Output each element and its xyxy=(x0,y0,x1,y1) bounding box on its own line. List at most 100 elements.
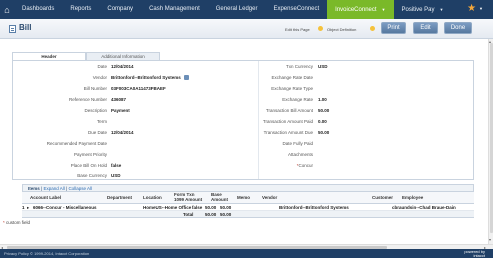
col-vendor: Vendor xyxy=(262,195,278,200)
due-date-value: 12/04/2014 xyxy=(111,130,134,135)
collapse-all-link[interactable]: Collapse All xyxy=(68,186,92,191)
bill-number-label: Bill Number xyxy=(83,86,107,91)
transaction-amount-due-value: 50.00 xyxy=(318,130,330,135)
chevron-down-icon: ▼ xyxy=(381,7,386,12)
footer-text[interactable]: Privacy Policy © 1999-2014, Intacct Corp… xyxy=(4,251,89,256)
col-location: Location xyxy=(143,195,162,200)
nav-reports[interactable]: Reports xyxy=(62,0,99,19)
exchange-rate-value: 1.00 xyxy=(318,97,327,102)
row-txn-amount: 50.00 xyxy=(205,205,217,210)
print-button[interactable]: Print xyxy=(381,22,406,34)
custom-field-text: custom field xyxy=(6,220,31,225)
required-star: * xyxy=(3,220,5,225)
favorites-menu[interactable]: ★ ▼ xyxy=(467,3,483,14)
items-title: Items xyxy=(28,186,40,191)
bill-number-value: 03F003CA0A11473FBAEF xyxy=(111,86,166,91)
footer: Privacy Policy © 1999-2014, Intacct Corp… xyxy=(0,249,493,258)
nav-cash-management[interactable]: Cash Management xyxy=(141,0,208,19)
object-definition-link[interactable]: Object Definition xyxy=(327,27,356,32)
reference-number-label: Reference Number xyxy=(68,97,107,102)
table-row[interactable]: 1 ▸ 6066--Concur - Miscellaneous HomeUS-… xyxy=(22,204,474,211)
row-form-1099: false xyxy=(192,205,203,210)
col-memo: Memo xyxy=(237,195,251,200)
col-department: Department xyxy=(107,195,133,200)
row-base-amount: 50.00 xyxy=(220,205,232,210)
recommended-payment-date-label: Recommended Payment Date xyxy=(46,141,107,146)
nav-positive-pay[interactable]: Positive Pay ▼ xyxy=(394,0,452,19)
edit-page-link[interactable]: Edit this Page xyxy=(285,27,310,32)
nav-positive-pay-label: Positive Pay xyxy=(401,7,435,13)
concur-label: Concur xyxy=(298,163,313,168)
vertical-scrollbar[interactable]: ▴ ▾ xyxy=(488,39,493,244)
total-base-amount: 50.00 xyxy=(220,212,232,217)
tab-header[interactable]: Header xyxy=(12,52,86,60)
lightbulb-icon xyxy=(370,26,375,31)
nav-expenseconnect[interactable]: ExpenseConnect xyxy=(265,0,327,19)
date-value: 12/04/2014 xyxy=(111,64,134,69)
expand-all-link[interactable]: Expand All xyxy=(43,186,64,191)
custom-field-note: * custom field xyxy=(3,220,30,225)
transaction-bill-amount-value: 50.00 xyxy=(318,108,330,113)
txn-currency-label: Txn Currency xyxy=(285,64,313,69)
lightbulb-icon xyxy=(318,26,323,31)
nav-company[interactable]: Company xyxy=(99,0,141,19)
nav-dashboards[interactable]: Dashboards xyxy=(14,0,62,19)
items-toolbar: Items | Expand All | Collapse All xyxy=(22,184,474,192)
description-label: Description xyxy=(84,108,107,113)
place-bill-on-hold-value: false xyxy=(111,163,122,168)
row-vendor: Brittonford--Brittonford Systems xyxy=(279,205,349,210)
concur-field: *Concur xyxy=(213,163,313,169)
tab-additional-information[interactable]: Additional Information xyxy=(86,52,160,60)
nav-general-ledger[interactable]: General Ledger xyxy=(208,0,266,19)
row-location: HomeUS--Home Office xyxy=(143,205,192,210)
page-title: Bill xyxy=(19,23,32,32)
col-amount: Amount xyxy=(211,197,228,202)
term-label: Term xyxy=(97,119,107,124)
reference-number-value: 436087 xyxy=(111,97,127,102)
base-currency-value: USD xyxy=(111,173,121,178)
col-employee: Employee xyxy=(402,195,424,200)
star-icon: ★ xyxy=(467,3,477,14)
logo-line-2: intacct xyxy=(473,253,485,258)
description-value: Payment xyxy=(111,108,130,113)
row-number: 1 xyxy=(22,205,25,210)
separator: | xyxy=(66,186,68,191)
nav-invoiceconnect-label: InvoiceConnect xyxy=(335,7,377,13)
chevron-down-icon: ▼ xyxy=(479,6,483,11)
nav-invoiceconnect[interactable]: InvoiceConnect ▼ xyxy=(327,0,394,19)
total-label: Total xyxy=(183,212,194,217)
place-bill-on-hold-label: Place Bill On Hold xyxy=(70,163,107,168)
items-grid-header: Account Label Department Location Form T… xyxy=(22,192,474,204)
txn-currency-value: USD xyxy=(318,64,328,69)
row-employee: cbraundsin--Chad Braue-Dain xyxy=(392,205,456,210)
scroll-down-icon[interactable]: ▾ xyxy=(489,237,491,242)
expand-icon[interactable]: ▸ xyxy=(27,204,29,211)
done-button[interactable]: Done xyxy=(444,22,472,34)
lookup-icon[interactable] xyxy=(183,75,189,81)
title-bar: Bill Edit this Page Object Definition Pr… xyxy=(0,19,493,39)
col-1099-amount: 1099 Amount xyxy=(174,197,203,202)
attachments-label: Attachments xyxy=(287,152,313,157)
date-label: Date xyxy=(97,64,107,69)
transaction-amount-paid-value: 0.00 xyxy=(318,119,327,124)
vendor-name[interactable]: Brittonford--Brittonford Systems xyxy=(111,75,181,80)
exchange-rate-label: Exchange Rate xyxy=(282,97,313,102)
col-account-label: Account Label xyxy=(30,195,62,200)
document-icon xyxy=(9,25,16,33)
transaction-bill-amount-label: Transaction Bill Amount xyxy=(265,108,313,113)
exchange-rate-type-label: Exchange Rate Type xyxy=(271,86,313,91)
bill-header-form: Date 12/04/2014 Vendor Brittonford--Brit… xyxy=(12,60,474,180)
transaction-amount-paid-label: Transaction Amount Paid xyxy=(262,119,313,124)
chevron-down-icon: ▼ xyxy=(439,7,444,12)
tab-bar: Header Additional Information xyxy=(12,52,160,60)
top-nav: ⌂ Dashboards Reports Company Cash Manage… xyxy=(0,0,493,19)
intacct-logo: powered by intacct xyxy=(464,250,485,258)
edit-button[interactable]: Edit xyxy=(413,22,438,34)
transaction-amount-due-label: Transaction Amount Due xyxy=(263,130,313,135)
home-icon[interactable]: ⌂ xyxy=(0,0,14,19)
col-customer: Customer xyxy=(372,195,394,200)
vendor-label: Vendor xyxy=(92,75,107,80)
payment-priority-label: Payment Priority xyxy=(73,152,107,157)
due-date-label: Due Date xyxy=(87,130,107,135)
total-txn-amount: 50.00 xyxy=(205,212,217,217)
